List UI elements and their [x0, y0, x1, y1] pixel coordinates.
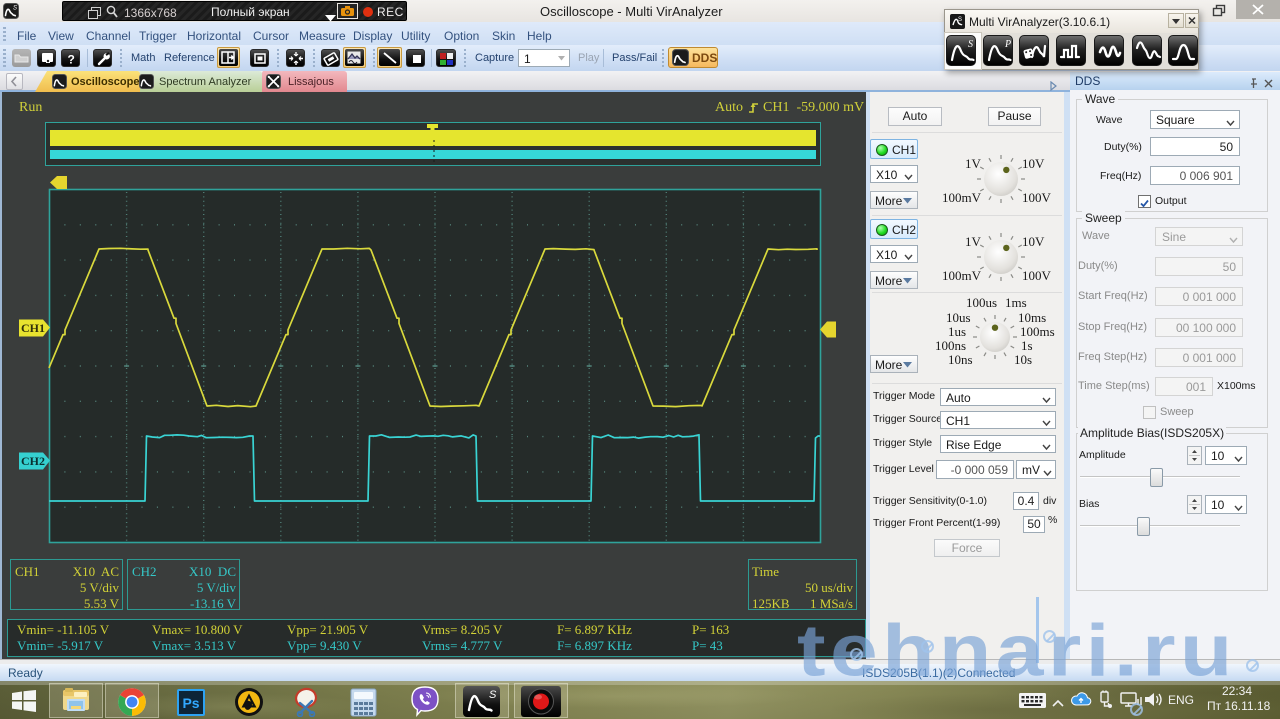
svg-text:CH1: CH1 — [21, 321, 45, 335]
svg-text:S: S — [968, 39, 973, 50]
svg-text:P: P — [1004, 39, 1011, 50]
svg-text:CH2: CH2 — [21, 454, 45, 468]
svg-text:S: S — [958, 17, 962, 23]
svg-text:S: S — [489, 689, 497, 701]
svg-text:?: ? — [68, 53, 75, 67]
svg-text:S: S — [13, 6, 17, 12]
